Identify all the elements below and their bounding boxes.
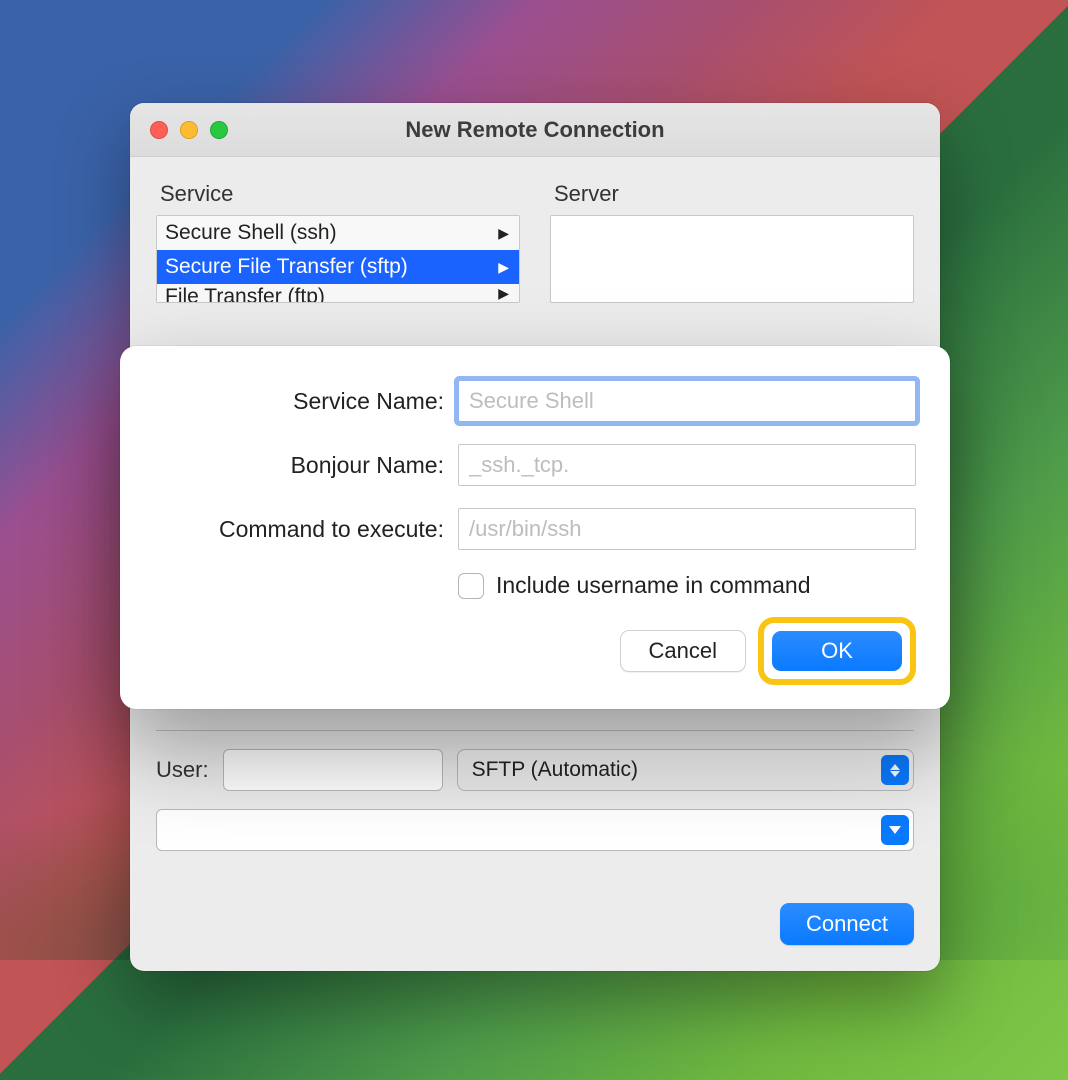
server-column-label: Server xyxy=(554,181,914,207)
service-item-sftp[interactable]: Secure File Transfer (sftp) ▶ xyxy=(157,250,519,284)
include-username-checkbox[interactable] xyxy=(458,573,484,599)
cancel-button[interactable]: Cancel xyxy=(620,630,746,672)
protocol-select[interactable]: SFTP (Automatic) xyxy=(457,749,914,791)
address-combo[interactable] xyxy=(156,809,914,851)
service-item-ssh[interactable]: Secure Shell (ssh) ▶ xyxy=(157,216,519,250)
window-title: New Remote Connection xyxy=(130,117,940,143)
service-item-label: Secure Shell (ssh) xyxy=(165,221,337,245)
service-column-label: Service xyxy=(160,181,520,207)
ok-button-highlight: OK xyxy=(758,617,916,685)
service-name-label: Service Name: xyxy=(154,388,458,415)
updown-caret-icon xyxy=(881,755,909,785)
chevron-right-icon: ▶ xyxy=(498,285,509,302)
connect-button[interactable]: Connect xyxy=(780,903,914,945)
service-item-ftp[interactable]: File Transfer (ftp) ▶ xyxy=(157,284,519,303)
bonjour-name-field[interactable] xyxy=(458,444,916,486)
chevron-down-icon xyxy=(881,815,909,845)
chevron-right-icon: ▶ xyxy=(498,259,509,276)
divider xyxy=(156,730,914,731)
ok-button[interactable]: OK xyxy=(772,631,902,671)
user-label: User: xyxy=(156,757,209,783)
user-field[interactable] xyxy=(223,749,443,791)
chevron-right-icon: ▶ xyxy=(498,225,509,242)
service-list[interactable]: Secure Shell (ssh) ▶ Secure File Transfe… xyxy=(156,215,520,303)
service-name-field[interactable] xyxy=(458,380,916,422)
titlebar: New Remote Connection xyxy=(130,103,940,157)
protocol-select-label: SFTP (Automatic) xyxy=(472,758,638,782)
command-field[interactable] xyxy=(458,508,916,550)
include-username-label: Include username in command xyxy=(496,572,811,599)
server-list[interactable] xyxy=(550,215,914,303)
new-service-sheet: Service Name: Bonjour Name: Command to e… xyxy=(120,346,950,709)
service-item-label: Secure File Transfer (sftp) xyxy=(165,255,408,279)
service-item-label: File Transfer (ftp) xyxy=(165,285,325,303)
bonjour-name-label: Bonjour Name: xyxy=(154,452,458,479)
command-label: Command to execute: xyxy=(154,516,458,543)
